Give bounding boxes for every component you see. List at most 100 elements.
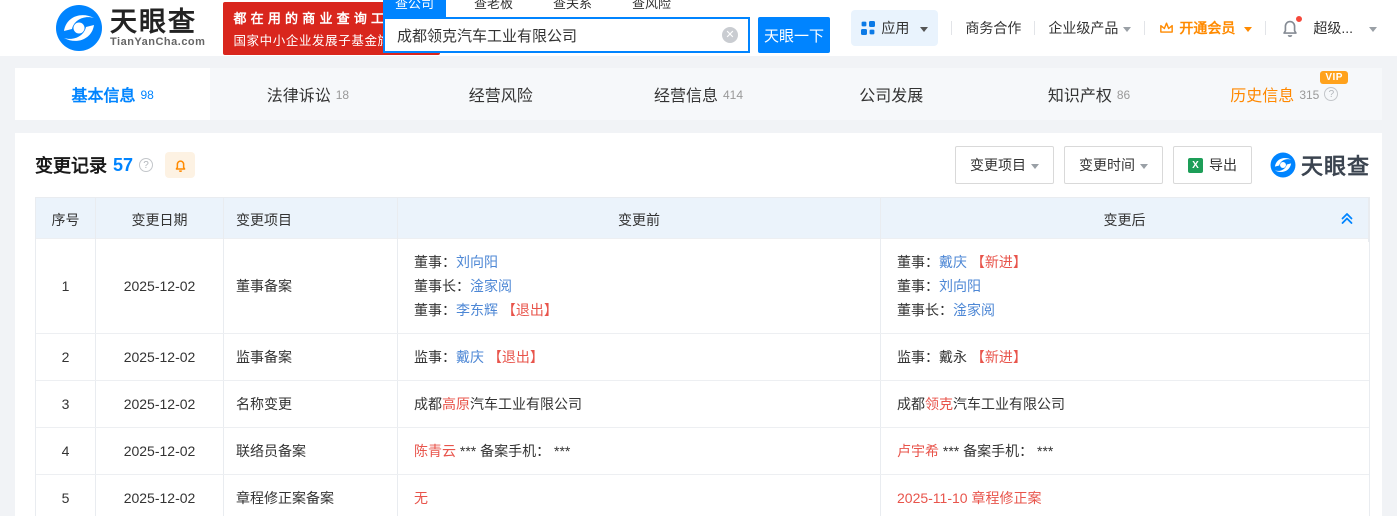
cell-text: 监事： [414,349,456,365]
person-link[interactable]: 戴庆 [456,349,484,365]
cell-line: 成都领克汽车工业有限公司 [897,392,1065,416]
top-header: 天眼查 TianYanCha.com 都在用的商业查询工具 国家中小企业发展子基… [0,0,1397,56]
cell-after: 监事：戴永 【新进】 [881,334,1369,380]
cell-after: 董事：戴庆 【新进】董事：刘向阳董事长：淦家阅 [881,239,1369,333]
person-link[interactable]: 刘向阳 [456,254,498,270]
cell-line: 无 [414,486,428,510]
search-area: 查公司 查老板 查关系 查风险 ✕ 天眼一下 [383,0,830,53]
search-tab-risk[interactable]: 查风险 [620,0,683,17]
cell-text: 董事长： [414,278,470,294]
cell-seq: 3 [36,381,96,427]
cell-line: 董事：刘向阳 [897,274,981,298]
cell-line: 成都高原汽车工业有限公司 [414,392,582,416]
cell-seq: 4 [36,428,96,474]
table-body: 12025-12-02董事备案董事：刘向阳董事长：淦家阅董事：李东辉 【退出】董… [36,238,1369,516]
open-vip-button[interactable]: 开通会员 [1158,18,1252,38]
monitor-bell-button[interactable] [165,152,195,178]
cell-text: 【退出】 [498,302,558,318]
cell-text: 卢宇希 [897,443,939,459]
apps-menu[interactable]: 应用 [851,10,938,46]
chevron-down-icon [1244,27,1252,36]
notification-bell[interactable] [1279,17,1301,39]
cell-change-item: 联络员备案 [224,428,398,474]
tianyancha-logo-icon [55,4,103,52]
cell-text: 成都 [414,396,442,412]
search-box: ✕ [383,17,750,53]
clear-search-icon[interactable]: ✕ [722,27,738,43]
tab-basic-info[interactable]: 基本信息98 [15,68,210,120]
table-row: 32025-12-02名称变更成都高原汽车工业有限公司成都领克汽车工业有限公司 [36,380,1369,427]
search-input[interactable] [385,27,722,44]
cell-change-date: 2025-12-02 [96,475,224,516]
vip-badge: VIP [1320,71,1348,84]
cell-line: 陈青云 *** 备案手机： *** [414,439,570,463]
export-button[interactable]: X 导出 [1173,146,1252,184]
divider [951,21,952,35]
cell-text: 董事长： [897,302,953,318]
tab-business-info[interactable]: 经营信息414 [601,68,796,120]
divider [1144,21,1145,35]
search-tab-relation[interactable]: 查关系 [541,0,604,17]
cell-before: 无 [398,475,881,516]
cell-line: 董事：李东辉 【退出】 [414,298,558,322]
person-link[interactable]: 淦家阅 [470,278,512,294]
bell-icon [173,158,188,173]
cell-line: 卢宇希 *** 备案手机： *** [897,439,1053,463]
tianyancha-watermark: 天眼查 [1270,149,1370,181]
tab-operating-risk[interactable]: 经营风险 [406,68,601,120]
cell-text: 戴永 [939,349,967,365]
cell-line: 监事：戴庆 【退出】 [414,345,544,369]
search-tab-boss[interactable]: 查老板 [462,0,525,17]
crown-icon [1158,20,1175,37]
cell-seq: 1 [36,239,96,333]
tab-company-development[interactable]: 公司发展 [796,68,991,120]
logo-title: 天眼查 [110,8,205,36]
cell-line: 董事：刘向阳 [414,250,498,274]
nav-business-cooperation[interactable]: 商务合作 [965,18,1021,38]
search-tab-company[interactable]: 查公司 [383,0,446,17]
chevron-down-icon [920,27,928,36]
header-after: 变更后 [881,198,1369,242]
cell-after: 卢宇希 *** 备案手机： *** [881,428,1369,474]
cell-change-item: 章程修正案备案 [224,475,398,516]
section-tabbar: 基本信息98 法律诉讼18 经营风险 经营信息414 公司发展 知识产权86 V… [15,68,1382,120]
person-link[interactable]: 淦家阅 [953,302,995,318]
collapse-icon[interactable] [1339,210,1355,226]
cell-text: 领克 [925,396,953,412]
logo-subtitle: TianYanCha.com [110,36,205,48]
chevron-down-icon [1123,27,1131,36]
table-row: 42025-12-02联络员备案陈青云 *** 备案手机： ***卢宇希 ***… [36,427,1369,474]
divider [1034,21,1035,35]
filter-change-item-button[interactable]: 变更项目 [955,146,1054,184]
cell-line: 2025-11-10 章程修正案 [897,486,1041,510]
help-icon: ? [139,158,153,172]
person-link[interactable]: 戴庆 [939,254,967,270]
tab-legal-proceedings[interactable]: 法律诉讼18 [210,68,405,120]
cell-change-date: 2025-12-02 [96,334,224,380]
cell-text: 汽车工业有限公司 [470,396,582,412]
divider [1265,21,1266,35]
tianyancha-logo[interactable]: 天眼查 TianYanCha.com [55,4,205,52]
search-button[interactable]: 天眼一下 [758,17,830,53]
apps-grid-icon [861,21,875,35]
nav-enterprise-products[interactable]: 企业级产品 [1048,18,1131,38]
chevron-down-icon [1031,164,1039,173]
person-link[interactable]: 李东辉 [456,302,498,318]
header-change-date: 变更日期 [96,198,224,242]
person-link[interactable]: 刘向阳 [939,278,981,294]
header-seq: 序号 [36,198,96,242]
cell-text: 【新进】 [967,254,1027,270]
cell-before: 陈青云 *** 备案手机： *** [398,428,881,474]
cell-text: 高原 [442,396,470,412]
table-toolbar: 变更项目 变更时间 X 导出 天眼查 [955,146,1370,184]
table-header-row: 序号 变更日期 变更项目 变更前 变更后 [36,198,1369,238]
cell-change-item: 名称变更 [224,381,398,427]
tab-intellectual-property[interactable]: 知识产权86 [991,68,1186,120]
nav-super-vip[interactable]: 超级... [1313,18,1377,38]
cell-before: 董事：刘向阳董事长：淦家阅董事：李东辉 【退出】 [398,239,881,333]
cell-text: 监事： [897,349,939,365]
filter-change-time-button[interactable]: 变更时间 [1064,146,1163,184]
cell-line: 董事长：淦家阅 [897,298,995,322]
cell-text: 董事： [414,254,456,270]
tab-history-info[interactable]: VIP 历史信息315 ? [1187,68,1382,120]
